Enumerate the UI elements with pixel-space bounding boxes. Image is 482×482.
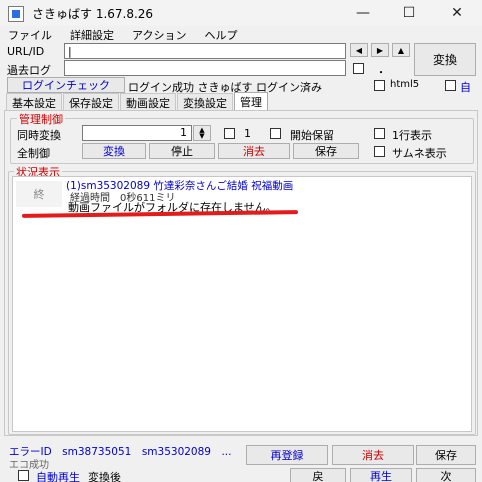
- html5-label: html5: [390, 79, 420, 90]
- html5-checkbox[interactable]: [374, 80, 385, 91]
- pastlog-input[interactable]: [64, 60, 346, 76]
- check1-label: 1: [244, 127, 251, 140]
- tab-video-settings[interactable]: 動画設定: [120, 93, 176, 111]
- auto-checkbox[interactable]: [445, 80, 456, 91]
- autoplay-checkbox[interactable]: [18, 470, 29, 481]
- footer-clear-button[interactable]: 消去: [332, 445, 414, 465]
- all-convert-button[interactable]: 変換: [82, 143, 146, 159]
- close-button[interactable]: ✕: [434, 0, 480, 26]
- all-stop-button[interactable]: 停止: [149, 143, 215, 159]
- thumbnail-label: サムネ表示: [392, 147, 447, 160]
- login-check-button[interactable]: ログインチェック: [7, 77, 125, 93]
- tab-basic-settings[interactable]: 基本設定: [6, 93, 62, 111]
- auto-label: 自: [460, 81, 471, 94]
- pastlog-dot: ・: [376, 68, 386, 79]
- nav-up-button[interactable]: ▲: [392, 43, 410, 57]
- settings-tabs: 基本設定 保存設定 動画設定 変換設定 管理: [6, 92, 269, 111]
- after-convert-label: 変換後: [88, 471, 121, 482]
- reregister-button[interactable]: 再登録: [246, 445, 328, 465]
- window-title: さきゅばす 1.67.8.26: [32, 7, 154, 21]
- simultaneous-input[interactable]: 1: [82, 125, 192, 141]
- tab-management[interactable]: 管理: [234, 92, 268, 110]
- tab-save-settings[interactable]: 保存設定: [63, 93, 119, 111]
- pastlog-label: 過去ログ: [7, 64, 51, 77]
- status-entry-badge: 終: [16, 181, 62, 207]
- maximize-button[interactable]: ☐: [386, 0, 432, 26]
- play-button[interactable]: 再生: [350, 468, 412, 482]
- all-save-button[interactable]: 保存: [293, 143, 359, 159]
- simultaneous-stepper[interactable]: ▲ ▼: [193, 125, 211, 141]
- nav-prev-button[interactable]: ◀: [350, 43, 368, 57]
- autoplay-label: 自動再生: [36, 471, 80, 482]
- check1-checkbox[interactable]: [224, 128, 235, 139]
- back-button[interactable]: 戻: [290, 468, 346, 482]
- start-hold-label: 開始保留: [290, 129, 334, 142]
- convert-button[interactable]: 変換: [414, 43, 476, 76]
- menu-action[interactable]: アクション: [132, 27, 186, 43]
- minimize-button[interactable]: —: [340, 0, 386, 26]
- tab-convert-settings[interactable]: 変換設定: [177, 93, 233, 111]
- menu-file[interactable]: ファイル: [8, 27, 52, 43]
- all-clear-button[interactable]: 消去: [218, 143, 290, 159]
- url-input[interactable]: |: [64, 43, 346, 59]
- start-hold-checkbox[interactable]: [270, 128, 281, 139]
- menu-help[interactable]: ヘルプ: [204, 27, 237, 43]
- simultaneous-label: 同時変換: [17, 129, 61, 142]
- status-entry[interactable]: 終 (1)sm35302089 竹達彩奈さんご結婚 祝福動画 経過時間 0秒61…: [14, 178, 468, 214]
- nav-next-button[interactable]: ▶: [371, 43, 389, 57]
- one-line-checkbox[interactable]: [374, 128, 385, 139]
- all-control-label: 全制御: [17, 147, 50, 160]
- menu-bar: ファイル 詳細設定 アクション ヘルプ: [0, 26, 482, 44]
- one-line-label: 1行表示: [392, 129, 432, 142]
- title-bar: さきゅばす 1.67.8.26 — ☐ ✕: [0, 0, 482, 26]
- menu-advanced-settings[interactable]: 詳細設定: [70, 27, 114, 43]
- management-group-title: 管理制御: [17, 111, 65, 127]
- url-label: URL/ID: [7, 45, 45, 58]
- app-icon: [8, 6, 24, 22]
- thumbnail-checkbox[interactable]: [374, 146, 385, 157]
- pastlog-checkbox[interactable]: [353, 63, 364, 74]
- next-button[interactable]: 次: [416, 468, 476, 482]
- footer-save-button[interactable]: 保存: [416, 445, 476, 465]
